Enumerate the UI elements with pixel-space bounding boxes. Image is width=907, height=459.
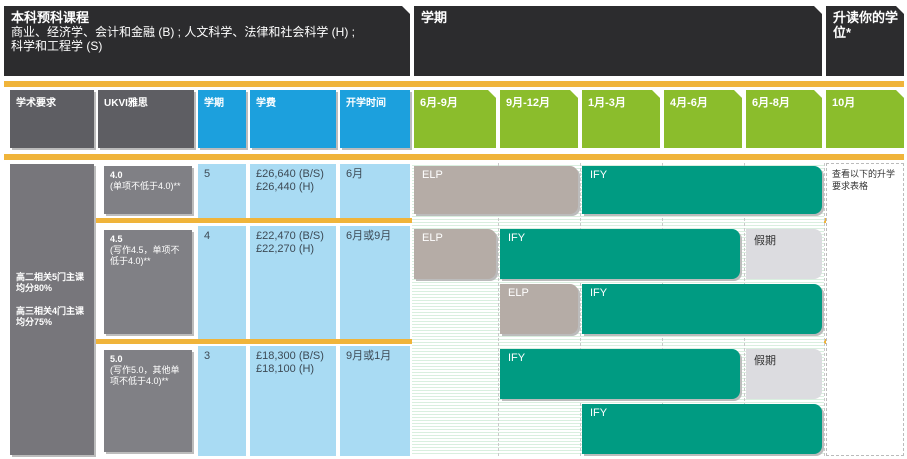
top-band bbox=[4, 81, 904, 87]
term-title: 学期 bbox=[421, 10, 448, 25]
row1-fee-b: £26,640 (B/S) bbox=[256, 168, 324, 180]
col-start: 开学时间 bbox=[340, 90, 410, 148]
col-month-1: 6月-9月 bbox=[414, 90, 496, 148]
progression-note: 查看以下的升学要求表格 bbox=[832, 169, 896, 191]
row2-holiday: 假期 bbox=[746, 229, 822, 279]
col-month-3: 1月-3月 bbox=[582, 90, 660, 148]
row3-ify-bar-b: IFY bbox=[582, 404, 822, 454]
row2-start: 6月或9月 bbox=[340, 226, 410, 339]
courses-line2: 科学和工程学 (S) bbox=[11, 39, 103, 53]
row2-fees: £22,470 (B/S) £22,270 (H) bbox=[250, 226, 336, 339]
degree-banner: 升读你的学位* bbox=[826, 6, 904, 76]
courses-banner: 本科预科课程 商业、经济学、会计和金融 (B) ; 人文科学、法律和社会科学 (… bbox=[4, 6, 410, 76]
grid-line-5 bbox=[824, 163, 825, 456]
row2-ielts-score: 4.5 bbox=[110, 234, 123, 244]
row3-holiday: 假期 bbox=[746, 349, 822, 399]
col-academic: 学术要求 bbox=[10, 90, 94, 148]
row2-ielts-note: (写作4.5，单项不低于4.0)** bbox=[110, 245, 180, 266]
col-month-2: 9月-12月 bbox=[500, 90, 578, 148]
mid-band bbox=[4, 154, 904, 160]
row2-elp-bar-b: ELP bbox=[500, 284, 578, 334]
row1-ify-bar: IFY bbox=[582, 166, 822, 214]
row3-fee-h: £18,100 (H) bbox=[256, 363, 315, 375]
row3-terms: 3 bbox=[198, 346, 246, 456]
row2-ify-bar-b: IFY bbox=[582, 284, 822, 334]
row1-terms: 5 bbox=[198, 164, 246, 218]
progression-cell: 查看以下的升学要求表格 bbox=[826, 163, 904, 456]
row2-terms: 4 bbox=[198, 226, 246, 339]
col-ielts: UKVI雅思 bbox=[98, 90, 194, 148]
academic-requirement: 高二相关5门主课均分80% 高三相关4门主课均分75% bbox=[10, 164, 94, 455]
grid-line-2 bbox=[580, 163, 581, 456]
row1-ielts-note: (单项不低于4.0)** bbox=[110, 181, 181, 191]
col-month-4: 4月-6月 bbox=[664, 90, 742, 148]
row1-start: 6月 bbox=[340, 164, 410, 218]
col-terms: 学期 bbox=[198, 90, 246, 148]
academic-req-line2: 高三相关4门主课均分75% bbox=[16, 306, 85, 327]
row2-ielts: 4.5 (写作4.5，单项不低于4.0)** bbox=[104, 230, 192, 334]
degree-title: 升读你的学位* bbox=[833, 10, 899, 40]
row3-ielts-note: (写作5.0，其他单项不低于4.0)** bbox=[110, 365, 180, 386]
row2-ify-bar-a: IFY bbox=[500, 229, 740, 279]
row1-elp-bar: ELP bbox=[414, 166, 578, 214]
academic-req-line1: 高二相关5门主课均分80% bbox=[16, 272, 85, 293]
row1-ielts-score: 4.0 bbox=[110, 170, 123, 180]
row3-ielts-score: 5.0 bbox=[110, 354, 123, 364]
row3-ielts: 5.0 (写作5.0，其他单项不低于4.0)** bbox=[104, 350, 192, 452]
courses-title: 本科预科课程 bbox=[11, 10, 90, 25]
row2-fee-b: £22,470 (B/S) bbox=[256, 230, 324, 242]
courses-line1: 商业、经济学、会计和金融 (B) ; 人文科学、法律和社会科学 (H) ; bbox=[11, 25, 355, 39]
row3-fees: £18,300 (B/S) £18,100 (H) bbox=[250, 346, 336, 456]
term-banner: 学期 bbox=[414, 6, 822, 76]
row3-start: 9月或1月 bbox=[340, 346, 410, 456]
col-month-6: 10月 bbox=[826, 90, 904, 148]
row2-fee-h: £22,270 (H) bbox=[256, 243, 315, 255]
row1-fee-h: £26,440 (H) bbox=[256, 181, 315, 193]
row3-ify-bar-a: IFY bbox=[500, 349, 740, 399]
col-fees: 学费 bbox=[250, 90, 336, 148]
row2-elp-bar-a: ELP bbox=[414, 229, 496, 279]
row3-fee-b: £18,300 (B/S) bbox=[256, 350, 324, 362]
row1-fees: £26,640 (B/S) £26,440 (H) bbox=[250, 164, 336, 218]
row1-ielts: 4.0 (单项不低于4.0)** bbox=[104, 166, 192, 214]
col-month-5: 6月-8月 bbox=[746, 90, 822, 148]
